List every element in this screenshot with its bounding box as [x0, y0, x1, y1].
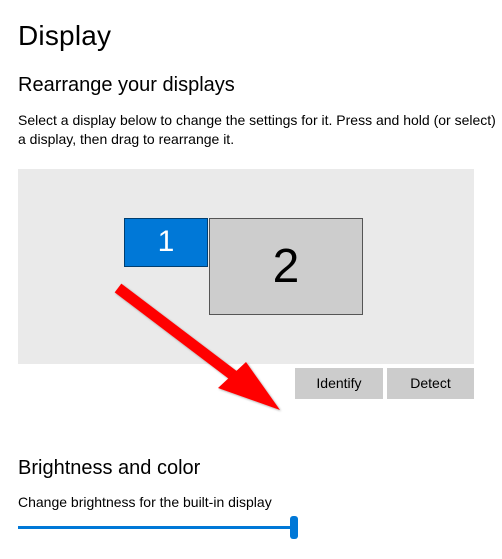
rearrange-heading: Rearrange your displays	[18, 74, 502, 97]
display-item-1[interactable]: 1	[124, 218, 208, 267]
brightness-label: Change brightness for the built-in displ…	[18, 494, 502, 510]
display-item-2[interactable]: 2	[209, 218, 363, 315]
display-number-label: 2	[273, 239, 300, 294]
page-title: Display	[18, 20, 502, 52]
rearrange-description: Select a display below to change the set…	[18, 111, 502, 149]
brightness-slider[interactable]	[18, 526, 298, 529]
brightness-heading: Brightness and color	[18, 457, 502, 480]
display-action-row: Identify Detect	[18, 368, 474, 399]
display-number-label: 1	[158, 225, 175, 259]
identify-button[interactable]: Identify	[295, 368, 383, 399]
detect-button[interactable]: Detect	[387, 368, 474, 399]
brightness-slider-thumb[interactable]	[290, 516, 298, 539]
display-arrangement-canvas[interactable]: 1 2	[18, 169, 474, 364]
